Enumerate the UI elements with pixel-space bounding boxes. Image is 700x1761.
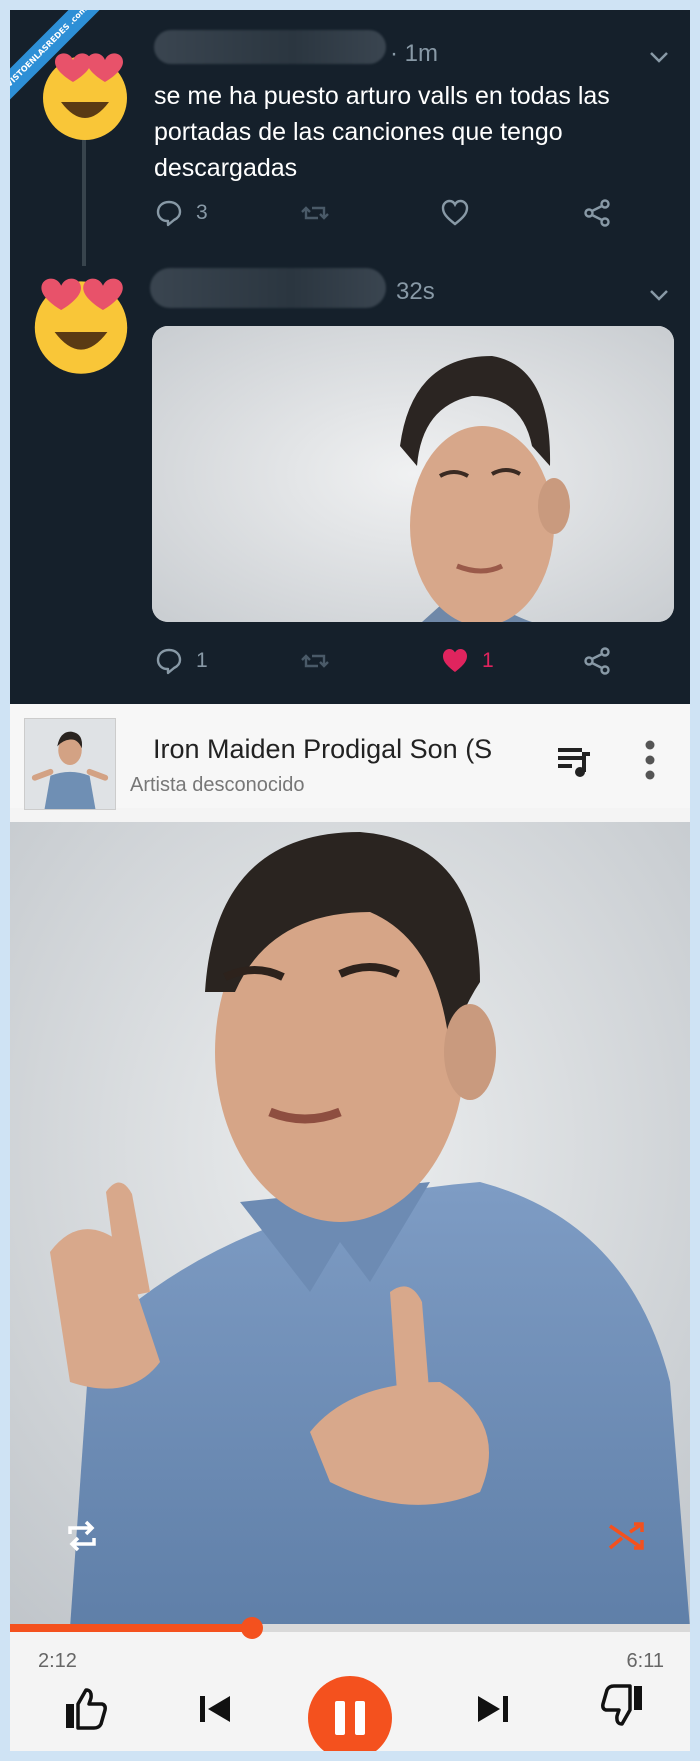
- like-button[interactable]: [440, 198, 470, 228]
- skip-previous-icon[interactable]: [198, 1694, 232, 1724]
- reply-button[interactable]: 1: [154, 646, 208, 676]
- heart-icon: [441, 199, 469, 226]
- playback-controls: [10, 1676, 690, 1751]
- share-button[interactable]: [582, 646, 612, 676]
- like-button[interactable]: 1: [440, 646, 494, 676]
- thread-line: [82, 138, 86, 266]
- chevron-down-icon[interactable]: [648, 46, 670, 68]
- chevron-down-icon[interactable]: [648, 284, 670, 306]
- now-playing-bar: Iron Maiden Prodigal Son (S Artista desc…: [10, 704, 690, 810]
- skip-next-icon[interactable]: [476, 1694, 510, 1724]
- screenshot-frame: VISTOENLASREDES .com · 1m se me ha puest…: [10, 10, 690, 1751]
- retweet-button[interactable]: [300, 646, 330, 676]
- avatar-heart-eyes-emoji[interactable]: [35, 42, 135, 142]
- retweet-icon: [301, 654, 329, 668]
- thumbs-up-icon[interactable]: [64, 1688, 108, 1730]
- pause-icon: [335, 1701, 345, 1735]
- music-player: Iron Maiden Prodigal Son (S Artista desc…: [10, 704, 690, 1751]
- more-vert-icon[interactable]: [644, 740, 656, 780]
- twitter-thread: · 1m se me ha puesto arturo valls en tod…: [10, 10, 690, 704]
- retweet-button[interactable]: [300, 198, 330, 228]
- tweet-text: se me ha puesto arturo valls en todas la…: [154, 82, 610, 182]
- reply-count: 3: [196, 201, 208, 224]
- album-thumbnail[interactable]: [24, 718, 116, 810]
- share-icon: [584, 199, 610, 227]
- reply-count: 1: [196, 649, 208, 672]
- tweet-time: 32s: [396, 278, 435, 305]
- total-duration: 6:11: [626, 1650, 664, 1672]
- seek-bar[interactable]: [10, 1617, 690, 1639]
- avatar-heart-eyes-emoji[interactable]: [26, 266, 136, 376]
- elapsed-time: 2:12: [38, 1650, 77, 1672]
- heart-filled-icon: [443, 649, 467, 672]
- tweet-photo[interactable]: [152, 326, 674, 622]
- pause-button[interactable]: [308, 1676, 392, 1751]
- shuffle-icon[interactable]: [606, 1516, 646, 1556]
- song-artist: Artista desconocido: [130, 774, 305, 796]
- share-icon: [584, 647, 610, 675]
- share-button[interactable]: [582, 198, 612, 228]
- repeat-icon[interactable]: [62, 1516, 102, 1556]
- seek-bar-thumb[interactable]: [241, 1617, 264, 1639]
- album-cover-art: [10, 822, 690, 1628]
- like-count: 1: [482, 649, 494, 672]
- reply-icon: [156, 200, 182, 227]
- queue-icon[interactable]: [556, 744, 592, 778]
- reply-button[interactable]: 3: [154, 198, 208, 228]
- blurred-username: [150, 268, 386, 308]
- tweet-time: · 1m: [390, 40, 438, 67]
- song-title[interactable]: Iron Maiden Prodigal Son (S: [153, 734, 535, 765]
- blurred-username: [154, 30, 386, 64]
- seek-bar-fill: [10, 1624, 253, 1632]
- thumbs-down-icon[interactable]: [600, 1684, 644, 1726]
- retweet-icon: [301, 206, 329, 220]
- reply-icon: [156, 648, 182, 675]
